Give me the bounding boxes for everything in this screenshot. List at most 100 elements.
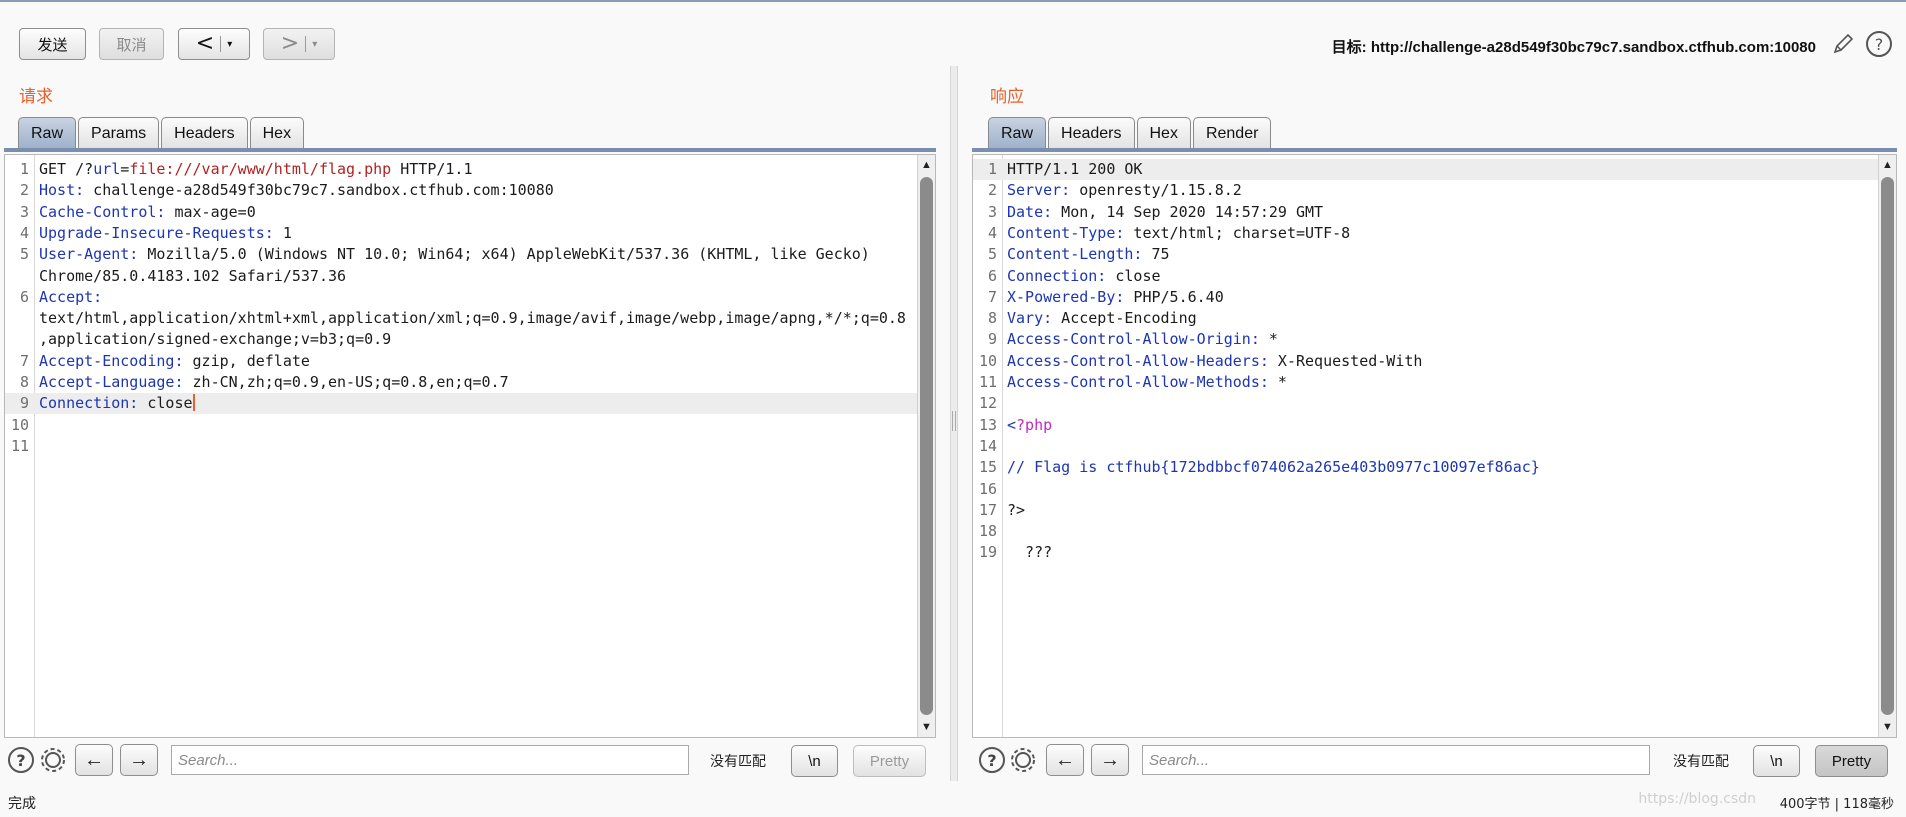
code-line: 16 [973, 479, 1878, 500]
code-line: 15 // Flag is ctfhub{172bdbbcf074062a265e… [973, 457, 1878, 478]
code-line: 2 Server: openresty/1.15.8.2 [973, 180, 1878, 201]
gear-icon[interactable] [39, 746, 67, 774]
code-line: 8 Vary: Accept-Encoding [973, 308, 1878, 329]
request-tab-hex[interactable]: Hex [249, 117, 305, 149]
response-title: 响应 [990, 87, 1024, 107]
scroll-down-icon[interactable]: ▼ [918, 717, 935, 737]
response-tab-hex[interactable]: Hex [1136, 117, 1191, 149]
code-line: 7 Accept-Encoding: gzip, deflate [5, 351, 917, 372]
code-text: Connection: close [39, 394, 195, 413]
dropdown-arrow-icon[interactable]: ▾ [227, 39, 232, 50]
code-line: 7 X-Powered-By: PHP/5.6.40 [973, 287, 1878, 308]
request-newline-toggle[interactable]: \n [791, 745, 838, 777]
back-button[interactable]: < ▾ [178, 28, 250, 60]
button-separator [220, 36, 222, 52]
dropdown-arrow-icon[interactable]: ▾ [312, 39, 317, 50]
pane-splitter[interactable] [950, 66, 958, 781]
code-text: Vary: Accept-Encoding [1007, 309, 1197, 328]
line-number: 9 [987, 330, 997, 349]
code-line: Chrome/85.0.4183.102 Safari/537.36 [5, 266, 917, 287]
send-button[interactable]: 发送 [19, 28, 86, 60]
watermark-text: https://blog.csdn [1638, 791, 1756, 807]
help-icon[interactable]: ? [979, 747, 1005, 773]
right-arrow-icon: → [129, 748, 149, 771]
code-text: // Flag is ctfhub{172bdbbcf074062a265e40… [1007, 458, 1540, 477]
scroll-thumb[interactable] [920, 177, 933, 715]
help-icon[interactable]: ? [8, 747, 34, 773]
line-number: 5 [19, 245, 29, 264]
response-scrollbar[interactable]: ▲ ▼ [1878, 155, 1896, 737]
response-size-time: 400字节 | 118毫秒 [1779, 797, 1894, 812]
previous-match-button[interactable]: ← [1046, 744, 1084, 776]
request-search-input[interactable] [171, 745, 689, 775]
request-tabs: Raw Params Headers Hex [18, 117, 305, 149]
response-tab-raw[interactable]: Raw [988, 117, 1047, 149]
scroll-up-icon[interactable]: ▲ [918, 155, 935, 175]
line-number: 9 [19, 394, 29, 413]
line-number: 1 [19, 160, 29, 178]
request-pretty-button[interactable]: Pretty [853, 745, 926, 777]
line-number: 4 [19, 223, 29, 242]
request-scrollbar[interactable]: ▲ ▼ [917, 155, 935, 737]
response-newline-toggle[interactable]: \n [1753, 745, 1800, 777]
code-text: X-Powered-By: PHP/5.6.40 [1007, 287, 1224, 306]
cancel-button[interactable]: 取消 [99, 28, 164, 60]
code-text: HTTP/1.1 200 OK [1007, 160, 1143, 178]
svg-text:?: ? [1875, 35, 1884, 54]
code-text: Chrome/85.0.4183.102 Safari/537.36 [39, 266, 347, 285]
code-text: Accept: [39, 287, 103, 306]
text-cursor [192, 394, 195, 412]
pencil-icon[interactable] [1830, 31, 1856, 57]
response-tab-underline [972, 148, 1897, 152]
scroll-thumb[interactable] [1881, 177, 1894, 715]
line-number: 6 [19, 287, 29, 306]
code-line: 6 Connection: close [973, 266, 1878, 287]
response-tab-render[interactable]: Render [1192, 117, 1272, 149]
line-number: 1 [987, 160, 997, 178]
scroll-up-icon[interactable]: ▲ [1879, 155, 1896, 175]
code-line: 1 HTTP/1.1 200 OK [973, 159, 1878, 180]
response-editor[interactable]: ▲ ▼ 1 HTTP/1.1 200 OK 2 Server: openresty/1… [972, 154, 1897, 738]
line-number: 3 [987, 202, 997, 221]
response-search-input[interactable] [1142, 745, 1650, 775]
line-number: 4 [987, 223, 997, 242]
code-text: Server: openresty/1.15.8.2 [1007, 181, 1242, 200]
code-text: Date: Mon, 14 Sep 2020 14:57:29 GMT [1007, 202, 1324, 221]
request-tab-raw[interactable]: Raw [18, 117, 77, 149]
previous-match-button[interactable]: ← [75, 744, 113, 776]
response-no-match-label: 没有匹配 [1673, 754, 1729, 770]
left-arrow-icon: ← [1055, 748, 1075, 771]
code-line: text/html,application/xhtml+xml,applicat… [5, 308, 917, 329]
code-text: Access-Control-Allow-Headers: X-Requeste… [1007, 351, 1423, 370]
splitter-grip[interactable] [952, 411, 956, 431]
code-line: 8 Accept-Language: zh-CN,zh;q=0.9,en-US;q… [5, 372, 917, 393]
code-line: 9 Access-Control-Allow-Origin: * [973, 329, 1878, 350]
code-text: Upgrade-Insecure-Requests: 1 [39, 223, 292, 242]
request-editor[interactable]: ▲ ▼ 1 GET /?url=file:///var/www/html/flag… [4, 154, 936, 738]
send-label: 发送 [37, 35, 68, 54]
help-icon[interactable]: ? [1865, 30, 1893, 58]
code-line: 10 Access-Control-Allow-Headers: X-Reques… [973, 351, 1878, 372]
code-text: GET /?url=file:///var/www/html/flag.php … [39, 160, 473, 178]
code-line: 17 ?> [973, 500, 1878, 521]
line-number: 11 [978, 373, 997, 391]
code-line: 1 GET /?url=file:///var/www/html/flag.php… [5, 159, 917, 180]
scroll-down-icon[interactable]: ▼ [1879, 717, 1896, 737]
line-number: 8 [19, 373, 29, 391]
code-text: Content-Type: text/html; charset=UTF-8 [1007, 223, 1351, 242]
response-tab-headers[interactable]: Headers [1048, 117, 1135, 149]
request-tab-params[interactable]: Params [78, 117, 160, 149]
code-text: text/html,application/xhtml+xml,applicat… [39, 309, 906, 328]
request-tab-headers[interactable]: Headers [161, 117, 248, 149]
code-line: 11 [5, 436, 917, 457]
code-text: Cache-Control: max-age=0 [39, 202, 256, 221]
target-url: 目标: http://challenge-a28d549f30bc79c7.sa… [1331, 39, 1816, 56]
line-number: 5 [987, 245, 997, 264]
gear-icon[interactable] [1009, 746, 1037, 774]
response-pretty-button[interactable]: Pretty [1815, 745, 1888, 777]
next-match-button[interactable]: → [1091, 744, 1129, 776]
code-text: Access-Control-Allow-Methods: * [1007, 373, 1287, 391]
next-match-button[interactable]: → [120, 744, 158, 776]
line-number: 16 [978, 479, 997, 498]
forward-button[interactable]: > ▾ [263, 28, 335, 60]
